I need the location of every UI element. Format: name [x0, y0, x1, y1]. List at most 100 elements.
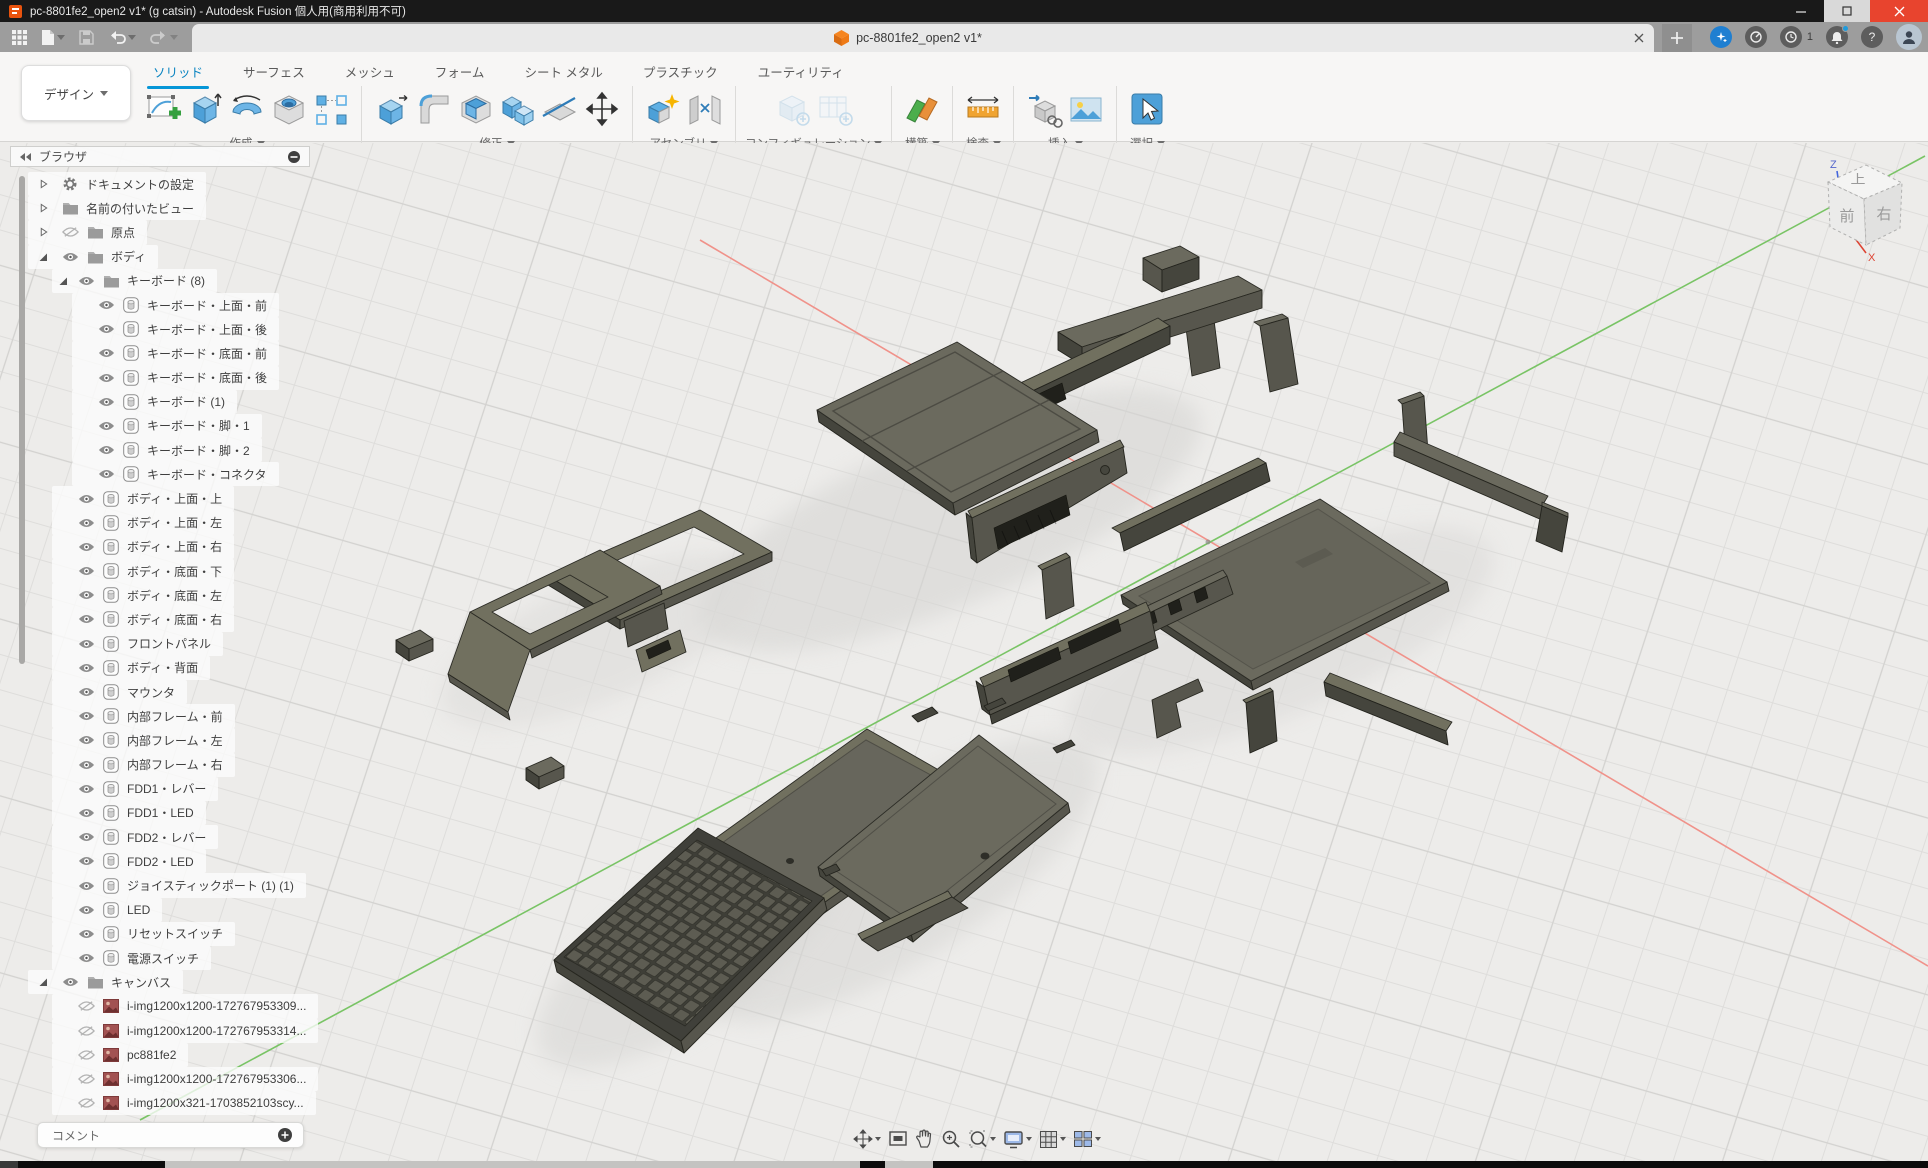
visibility-eye-icon[interactable]	[74, 734, 99, 746]
browser-scrollbar[interactable]	[19, 176, 25, 664]
visibility-eye-icon[interactable]	[74, 1073, 99, 1085]
browser-tree-item[interactable]: i-img1200x1200-172767953314...	[52, 1019, 318, 1043]
ribbon-tab[interactable]: フォーム	[429, 60, 491, 87]
browser-tree-item[interactable]: ボディ・底面・右	[52, 607, 234, 631]
browser-tree-item[interactable]: キーボード・脚・2	[72, 438, 262, 462]
expand-arrow-icon[interactable]	[52, 614, 74, 624]
expand-arrow-icon[interactable]	[28, 977, 58, 987]
new-document-tab-button[interactable]	[1662, 24, 1692, 52]
visibility-eye-icon[interactable]	[74, 541, 99, 553]
browser-tree-item[interactable]: i-img1200x321-1703852103scy...	[52, 1091, 316, 1115]
visibility-eye-icon[interactable]	[74, 831, 99, 843]
browser-tree-item[interactable]: ドキュメントの設定	[28, 172, 206, 196]
expand-arrow-icon[interactable]	[72, 348, 94, 358]
visibility-eye-icon[interactable]	[74, 493, 99, 505]
3d-viewport[interactable]: .pt{fill:#6b6a5e;stroke:#2b2b25;stroke-w…	[0, 143, 1928, 1161]
expand-arrow-icon[interactable]	[52, 1001, 74, 1011]
extrude-button[interactable]	[184, 86, 226, 132]
visibility-eye-icon[interactable]	[74, 613, 99, 625]
expand-arrow-icon[interactable]	[72, 469, 94, 479]
help-icon[interactable]: ?	[1861, 26, 1883, 48]
expand-arrow-icon[interactable]	[72, 373, 94, 383]
expand-arrow-icon[interactable]	[52, 856, 74, 866]
expand-arrow-icon[interactable]	[52, 663, 74, 673]
ribbon-tab[interactable]: メッシュ	[339, 60, 401, 87]
document-tab[interactable]: pc-8801fe2_open2 v1*	[192, 30, 1624, 46]
notifications-bell-icon[interactable]	[1826, 26, 1848, 48]
undo-icon[interactable]	[108, 30, 136, 44]
visibility-eye-icon[interactable]	[74, 880, 99, 892]
browser-tree-item[interactable]: キーボード・底面・後	[72, 366, 279, 390]
browser-tree-item[interactable]: FDD1・LED	[52, 801, 206, 825]
press-pull-button[interactable]	[371, 86, 413, 132]
file-menu-icon[interactable]	[41, 29, 65, 46]
expand-arrow-icon[interactable]	[52, 760, 74, 770]
save-icon[interactable]	[79, 30, 94, 45]
close-button[interactable]	[1870, 0, 1928, 22]
expand-arrow-icon[interactable]	[52, 735, 74, 745]
zoom-tool[interactable]	[940, 1127, 962, 1151]
ribbon-tab[interactable]: サーフェス	[237, 60, 311, 87]
comment-bar[interactable]: コメント	[37, 1122, 304, 1148]
shell-button[interactable]	[455, 86, 497, 132]
viewports-tool[interactable]	[1072, 1128, 1102, 1150]
browser-tree-item[interactable]: キャンバス	[28, 970, 183, 994]
visibility-eye-icon[interactable]	[74, 1025, 99, 1037]
view-cube[interactable]: Z 上 前 右 X	[1800, 151, 1920, 263]
visibility-eye-icon[interactable]	[58, 976, 83, 988]
display-settings-tool[interactable]	[1002, 1128, 1033, 1151]
expand-arrow-icon[interactable]	[52, 687, 74, 697]
browser-tree-item[interactable]: キーボード・底面・前	[72, 341, 279, 365]
browser-tree-item[interactable]: キーボード・上面・前	[72, 293, 279, 317]
browser-tree-item[interactable]: キーボード・コネクタ	[72, 462, 279, 486]
expand-arrow-icon[interactable]	[72, 300, 94, 310]
expand-arrow-icon[interactable]	[52, 518, 74, 528]
collapse-panel-icon[interactable]	[19, 152, 32, 162]
browser-tree-item[interactable]: FDD2・LED	[52, 849, 206, 873]
browser-tree-item[interactable]: FDD1・レバー	[52, 777, 218, 801]
visibility-eye-icon[interactable]	[74, 275, 99, 287]
create-sketch-button[interactable]	[142, 86, 184, 132]
workspace-switcher[interactable]: デザイン	[21, 65, 131, 121]
revolve-button[interactable]	[226, 86, 268, 132]
browser-tree-item[interactable]: ジョイスティックポート (1) (1)	[52, 873, 306, 897]
insert-derive-button[interactable]	[1023, 86, 1065, 132]
visibility-eye-icon[interactable]	[94, 468, 119, 480]
browser-tree-item[interactable]: キーボード・上面・後	[72, 317, 279, 341]
browser-tree-item[interactable]: i-img1200x1200-172767953309...	[52, 994, 318, 1018]
visibility-eye-icon[interactable]	[74, 565, 99, 577]
browser-header[interactable]: ブラウザ	[10, 146, 310, 167]
expand-arrow-icon[interactable]	[52, 953, 74, 963]
browser-tree-item[interactable]: ボディ・上面・上	[52, 486, 234, 510]
browser-tree-item[interactable]: 電源スイッチ	[52, 946, 211, 970]
visibility-eye-icon[interactable]	[74, 1097, 99, 1109]
browser-tree-item[interactable]: キーボード (8)	[52, 269, 217, 293]
visibility-eye-icon[interactable]	[94, 396, 119, 408]
visibility-eye-icon[interactable]	[74, 952, 99, 964]
select-button[interactable]	[1126, 86, 1168, 132]
browser-tree-item[interactable]: 原点	[28, 220, 147, 244]
browser-tree-item[interactable]: 内部フレーム・左	[52, 728, 235, 752]
visibility-eye-icon[interactable]	[58, 226, 83, 238]
visibility-eye-icon[interactable]	[74, 855, 99, 867]
browser-tree-item[interactable]: 内部フレーム・右	[52, 753, 235, 777]
redo-icon[interactable]	[150, 30, 178, 44]
browser-tree-item[interactable]: i-img1200x1200-172767953306...	[52, 1067, 318, 1091]
maximize-button[interactable]	[1824, 0, 1870, 22]
expand-arrow-icon[interactable]	[28, 227, 58, 237]
browser-tree-item[interactable]: ボディ・底面・左	[52, 583, 234, 607]
grid-settings-tool[interactable]	[1038, 1128, 1067, 1151]
expand-arrow-icon[interactable]	[72, 324, 94, 334]
extensions-icon[interactable]	[1710, 26, 1732, 48]
visibility-eye-icon[interactable]	[94, 299, 119, 311]
browser-tree-item[interactable]: ボディ	[28, 245, 158, 269]
expand-arrow-icon[interactable]	[52, 929, 74, 939]
visibility-eye-icon[interactable]	[94, 444, 119, 456]
fit-view-tool[interactable]	[967, 1127, 997, 1151]
browser-tree-item[interactable]: ボディ・上面・右	[52, 535, 234, 559]
browser-tree-item[interactable]: マウンタ	[52, 680, 187, 704]
expand-arrow-icon[interactable]	[52, 711, 74, 721]
expand-arrow-icon[interactable]	[52, 542, 74, 552]
expand-arrow-icon[interactable]	[52, 639, 74, 649]
expand-arrow-icon[interactable]	[52, 494, 74, 504]
